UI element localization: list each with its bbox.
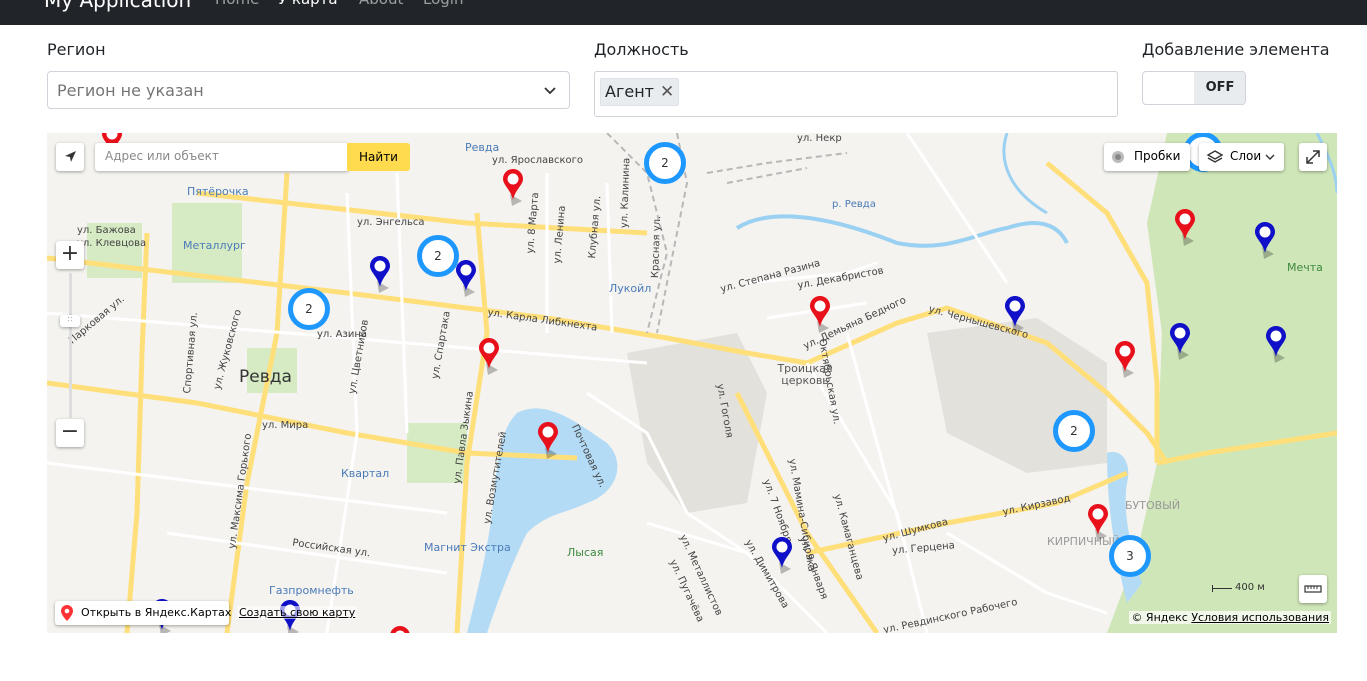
zoom-slider-handle[interactable]: ∷ [60, 315, 80, 327]
poi-label: Металлург [183, 239, 246, 252]
copyright-text: © Яндекс [1131, 611, 1188, 624]
position-label: Должность [594, 40, 689, 59]
map-search-input[interactable]: Адрес или объект [95, 143, 348, 171]
poi-label: БУТОВЫЙ [1125, 499, 1181, 512]
add-element-label: Добавление элемента [1142, 40, 1330, 59]
city-label: Ревда [239, 367, 292, 387]
blue-marker-icon[interactable] [455, 259, 479, 299]
poi-label: Квартал [341, 467, 390, 480]
open-yandex-label: Открыть в Яндекс.Картах [81, 606, 232, 619]
layers-label: Слои [1230, 149, 1262, 163]
add-element-toggle[interactable]: OFF [1142, 71, 1246, 105]
cluster-marker[interactable]: 2 [288, 288, 330, 330]
street-label: ул. Ярославского [492, 155, 584, 166]
cluster-marker[interactable]: 3 [1109, 535, 1151, 577]
poi-label: Магнит Экстра [424, 541, 511, 554]
nav-login[interactable]: Login [423, 0, 463, 8]
copyright: © Яндекс Условия использования [1129, 611, 1331, 624]
ruler-button[interactable] [1299, 575, 1327, 603]
chevron-down-icon [544, 87, 556, 95]
street-label: ул. Мира [262, 420, 309, 431]
fullscreen-button[interactable] [1299, 143, 1327, 171]
region-placeholder: Регион не указан [57, 81, 204, 100]
street-label: ул. Клевцова [77, 238, 147, 249]
poi-label: Ревда [465, 141, 500, 154]
street-label: ул. Бажова [77, 225, 136, 236]
red-marker-icon[interactable] [389, 625, 413, 633]
geolocation-button[interactable] [56, 143, 84, 171]
red-marker-icon[interactable] [1174, 208, 1198, 248]
nav-about[interactable]: About [359, 0, 403, 8]
nav-map[interactable]: У карта [278, 0, 338, 8]
position-chip: Агент ✕ [600, 78, 680, 106]
ruler-icon [1304, 585, 1322, 593]
blue-marker-icon[interactable] [771, 536, 795, 576]
red-marker-icon[interactable] [502, 168, 526, 208]
red-marker-icon[interactable] [1087, 503, 1111, 543]
street-label: Красная ул. [650, 215, 664, 279]
map[interactable]: ул. Ярославского ул. Энгельса ул. Бажова… [47, 133, 1337, 633]
poi-label: Мечта [1287, 261, 1323, 274]
brand[interactable]: My Application [44, 0, 191, 12]
layers-button[interactable]: Слои [1199, 143, 1284, 171]
zoom-slider-track[interactable] [69, 273, 72, 418]
zoom-in-button[interactable]: + [56, 241, 84, 269]
river-label: р. Ревда [832, 199, 876, 210]
toggle-state: OFF [1194, 72, 1245, 104]
zoom-out-button[interactable]: − [56, 419, 84, 447]
blue-marker-icon[interactable] [1004, 295, 1028, 335]
map-search-button[interactable]: Найти [347, 143, 410, 171]
blue-marker-icon[interactable] [1254, 221, 1278, 261]
poi-label: Троицкая церковь [777, 362, 833, 387]
blue-marker-icon[interactable] [1265, 325, 1289, 365]
yandex-pin-icon [61, 605, 73, 621]
terms-link[interactable]: Условия использования [1191, 611, 1329, 624]
street-label: ул. Энгельса [357, 217, 425, 228]
traffic-icon [1112, 151, 1124, 163]
red-marker-icon[interactable] [478, 337, 502, 377]
region-label: Регион [47, 40, 106, 59]
location-arrow-icon [65, 151, 76, 162]
position-chip-label: Агент [605, 82, 654, 101]
poi-label: Газпромнефть [269, 584, 354, 597]
cluster-marker[interactable]: 2 [644, 142, 686, 184]
cluster-marker[interactable]: 2 [417, 235, 459, 277]
cluster-marker[interactable]: 2 [1053, 410, 1095, 452]
nav-home[interactable]: Home [215, 0, 259, 8]
red-marker-icon[interactable] [537, 421, 561, 461]
red-marker-icon[interactable] [1114, 340, 1138, 380]
traffic-label: Пробки [1134, 149, 1181, 163]
position-multiselect[interactable]: Агент ✕ [594, 71, 1118, 117]
scale-bar: 400 м [1212, 582, 1267, 595]
traffic-button[interactable]: Пробки [1104, 143, 1190, 171]
poi-label: Лукойл [609, 282, 652, 295]
blue-marker-icon[interactable] [369, 255, 393, 295]
scale-label: 400 м [1235, 582, 1265, 593]
chip-remove-icon[interactable]: ✕ [660, 79, 674, 105]
expand-icon [1306, 150, 1320, 164]
street-label: ул. Некр [797, 133, 842, 144]
poi-label: Пятёрочка [187, 185, 249, 198]
open-yandex-maps-button[interactable]: Открыть в Яндекс.Картах [55, 601, 232, 625]
blue-marker-icon[interactable] [1169, 322, 1193, 362]
chevron-down-icon [1265, 154, 1275, 160]
red-marker-icon[interactable] [809, 295, 833, 335]
region-select[interactable]: Регион не указан [47, 71, 570, 109]
poi-label: Лысая [567, 546, 604, 559]
map-search-placeholder: Адрес или объект [105, 149, 219, 163]
navbar: My Application Home У карта About Login [0, 0, 1367, 25]
layers-icon [1206, 150, 1224, 163]
create-map-link[interactable]: Создать свою карту [237, 606, 358, 619]
